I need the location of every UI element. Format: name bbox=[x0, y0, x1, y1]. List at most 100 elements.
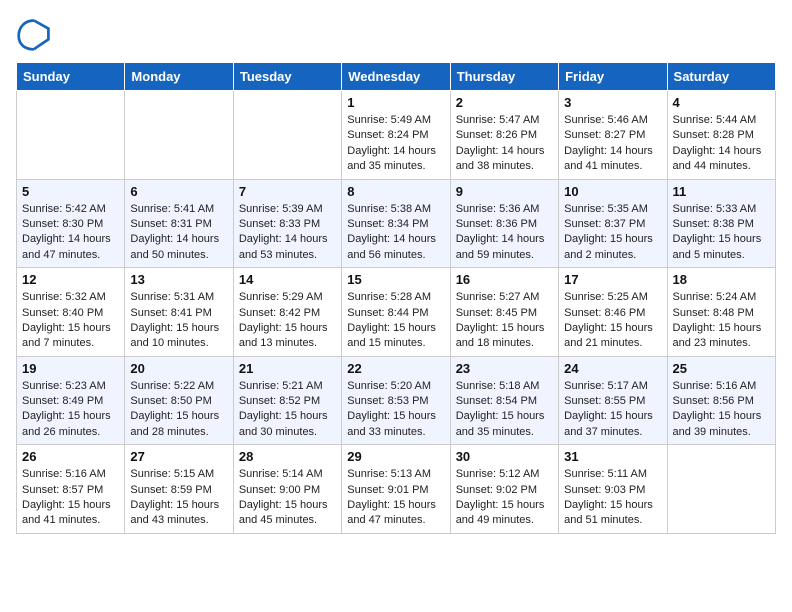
calendar-week-4: 19 Sunrise: 5:23 AM Sunset: 8:49 PM Dayli… bbox=[17, 356, 776, 445]
day-number: 31 bbox=[564, 449, 661, 464]
logo-icon bbox=[16, 16, 52, 52]
day-info: Sunrise: 5:17 AM Sunset: 8:55 PM Dayligh… bbox=[564, 379, 661, 441]
day-number: 18 bbox=[673, 272, 770, 287]
day-number: 27 bbox=[130, 449, 227, 464]
day-number: 10 bbox=[564, 184, 661, 199]
day-info: Sunrise: 5:20 AM Sunset: 8:53 PM Dayligh… bbox=[347, 379, 444, 441]
calendar-cell: 24 Sunrise: 5:17 AM Sunset: 8:55 PM Dayli… bbox=[559, 356, 667, 445]
day-number: 19 bbox=[22, 361, 119, 376]
day-info: Sunrise: 5:31 AM Sunset: 8:41 PM Dayligh… bbox=[130, 290, 227, 352]
day-number: 29 bbox=[347, 449, 444, 464]
day-number: 5 bbox=[22, 184, 119, 199]
calendar-cell: 20 Sunrise: 5:22 AM Sunset: 8:50 PM Dayli… bbox=[125, 356, 233, 445]
calendar-cell: 8Sunrise: 5:38 AM Sunset: 8:34 PM Daylig… bbox=[342, 179, 450, 268]
calendar-cell bbox=[125, 91, 233, 180]
day-info: Sunrise: 5:46 AM Sunset: 8:27 PM Dayligh… bbox=[564, 113, 661, 175]
calendar-cell: 2 Sunrise: 5:47 AM Sunset: 8:26 PM Daylig… bbox=[450, 91, 558, 180]
day-number: 22 bbox=[347, 361, 444, 376]
calendar-cell bbox=[17, 91, 125, 180]
calendar-cell: 26 Sunrise: 5:16 AM Sunset: 8:57 PM Dayli… bbox=[17, 445, 125, 534]
day-number: 15 bbox=[347, 272, 444, 287]
calendar-cell: 19 Sunrise: 5:23 AM Sunset: 8:49 PM Dayli… bbox=[17, 356, 125, 445]
day-number: 1 bbox=[347, 95, 444, 110]
calendar-header-row: SundayMondayTuesdayWednesdayThursdayFrid… bbox=[17, 63, 776, 91]
day-info: Sunrise: 5:22 AM Sunset: 8:50 PM Dayligh… bbox=[130, 379, 227, 441]
day-info: Sunrise: 5:25 AM Sunset: 8:46 PM Dayligh… bbox=[564, 290, 661, 352]
day-info: Sunrise: 5:47 AM Sunset: 8:26 PM Dayligh… bbox=[456, 113, 553, 175]
calendar-cell: 23 Sunrise: 5:18 AM Sunset: 8:54 PM Dayli… bbox=[450, 356, 558, 445]
weekday-header-friday: Friday bbox=[559, 63, 667, 91]
day-number: 30 bbox=[456, 449, 553, 464]
day-number: 6 bbox=[130, 184, 227, 199]
day-info: Sunrise: 5:27 AM Sunset: 8:45 PM Dayligh… bbox=[456, 290, 553, 352]
day-number: 2 bbox=[456, 95, 553, 110]
day-info: Sunrise: 5:11 AM Sunset: 9:03 PM Dayligh… bbox=[564, 467, 661, 529]
weekday-header-monday: Monday bbox=[125, 63, 233, 91]
day-info: Sunrise: 5:23 AM Sunset: 8:49 PM Dayligh… bbox=[22, 379, 119, 441]
calendar-cell: 13 Sunrise: 5:31 AM Sunset: 8:41 PM Dayli… bbox=[125, 268, 233, 357]
day-number: 20 bbox=[130, 361, 227, 376]
calendar-cell: 16 Sunrise: 5:27 AM Sunset: 8:45 PM Dayli… bbox=[450, 268, 558, 357]
day-number: 7 bbox=[239, 184, 336, 199]
day-info: Sunrise: 5:24 AM Sunset: 8:48 PM Dayligh… bbox=[673, 290, 770, 352]
calendar-cell: 31 Sunrise: 5:11 AM Sunset: 9:03 PM Dayli… bbox=[559, 445, 667, 534]
day-info: Sunrise: 5:39 AM Sunset: 8:33 PM Dayligh… bbox=[239, 202, 336, 264]
calendar-week-2: 5 Sunrise: 5:42 AM Sunset: 8:30 PM Daylig… bbox=[17, 179, 776, 268]
calendar-cell: 3 Sunrise: 5:46 AM Sunset: 8:27 PM Daylig… bbox=[559, 91, 667, 180]
calendar-cell: 1 Sunrise: 5:49 AM Sunset: 8:24 PM Daylig… bbox=[342, 91, 450, 180]
day-info: Sunrise: 5:42 AM Sunset: 8:30 PM Dayligh… bbox=[22, 202, 119, 264]
calendar-cell: 10Sunrise: 5:35 AM Sunset: 8:37 PM Dayli… bbox=[559, 179, 667, 268]
calendar-cell: 21 Sunrise: 5:21 AM Sunset: 8:52 PM Dayli… bbox=[233, 356, 341, 445]
day-info: Sunrise: 5:16 AM Sunset: 8:56 PM Dayligh… bbox=[673, 379, 770, 441]
calendar-cell: 7 Sunrise: 5:39 AM Sunset: 8:33 PM Daylig… bbox=[233, 179, 341, 268]
calendar-cell: 15 Sunrise: 5:28 AM Sunset: 8:44 PM Dayli… bbox=[342, 268, 450, 357]
calendar-cell: 22 Sunrise: 5:20 AM Sunset: 8:53 PM Dayli… bbox=[342, 356, 450, 445]
weekday-header-wednesday: Wednesday bbox=[342, 63, 450, 91]
calendar-cell: 11 Sunrise: 5:33 AM Sunset: 8:38 PM Dayli… bbox=[667, 179, 775, 268]
calendar-cell: 9Sunrise: 5:36 AM Sunset: 8:36 PM Daylig… bbox=[450, 179, 558, 268]
day-number: 9 bbox=[456, 184, 553, 199]
day-number: 16 bbox=[456, 272, 553, 287]
page-header bbox=[16, 16, 776, 52]
day-number: 24 bbox=[564, 361, 661, 376]
calendar-cell: 17Sunrise: 5:25 AM Sunset: 8:46 PM Dayli… bbox=[559, 268, 667, 357]
calendar-cell: 25 Sunrise: 5:16 AM Sunset: 8:56 PM Dayli… bbox=[667, 356, 775, 445]
calendar-cell: 14 Sunrise: 5:29 AM Sunset: 8:42 PM Dayli… bbox=[233, 268, 341, 357]
day-number: 23 bbox=[456, 361, 553, 376]
day-info: Sunrise: 5:18 AM Sunset: 8:54 PM Dayligh… bbox=[456, 379, 553, 441]
day-info: Sunrise: 5:14 AM Sunset: 9:00 PM Dayligh… bbox=[239, 467, 336, 529]
day-info: Sunrise: 5:21 AM Sunset: 8:52 PM Dayligh… bbox=[239, 379, 336, 441]
weekday-header-thursday: Thursday bbox=[450, 63, 558, 91]
calendar-cell: 30Sunrise: 5:12 AM Sunset: 9:02 PM Dayli… bbox=[450, 445, 558, 534]
day-info: Sunrise: 5:29 AM Sunset: 8:42 PM Dayligh… bbox=[239, 290, 336, 352]
day-info: Sunrise: 5:15 AM Sunset: 8:59 PM Dayligh… bbox=[130, 467, 227, 529]
day-number: 13 bbox=[130, 272, 227, 287]
calendar-cell: 4Sunrise: 5:44 AM Sunset: 8:28 PM Daylig… bbox=[667, 91, 775, 180]
calendar-cell: 27 Sunrise: 5:15 AM Sunset: 8:59 PM Dayli… bbox=[125, 445, 233, 534]
day-number: 11 bbox=[673, 184, 770, 199]
calendar-cell bbox=[233, 91, 341, 180]
day-number: 25 bbox=[673, 361, 770, 376]
calendar-cell: 18 Sunrise: 5:24 AM Sunset: 8:48 PM Dayli… bbox=[667, 268, 775, 357]
day-info: Sunrise: 5:16 AM Sunset: 8:57 PM Dayligh… bbox=[22, 467, 119, 529]
day-info: Sunrise: 5:32 AM Sunset: 8:40 PM Dayligh… bbox=[22, 290, 119, 352]
day-number: 26 bbox=[22, 449, 119, 464]
calendar-table: SundayMondayTuesdayWednesdayThursdayFrid… bbox=[16, 62, 776, 534]
weekday-header-tuesday: Tuesday bbox=[233, 63, 341, 91]
calendar-cell: 5 Sunrise: 5:42 AM Sunset: 8:30 PM Daylig… bbox=[17, 179, 125, 268]
day-info: Sunrise: 5:49 AM Sunset: 8:24 PM Dayligh… bbox=[347, 113, 444, 175]
day-number: 8 bbox=[347, 184, 444, 199]
day-number: 3 bbox=[564, 95, 661, 110]
day-info: Sunrise: 5:28 AM Sunset: 8:44 PM Dayligh… bbox=[347, 290, 444, 352]
day-number: 12 bbox=[22, 272, 119, 287]
calendar-week-3: 12 Sunrise: 5:32 AM Sunset: 8:40 PM Dayli… bbox=[17, 268, 776, 357]
day-number: 14 bbox=[239, 272, 336, 287]
day-number: 28 bbox=[239, 449, 336, 464]
weekday-header-sunday: Sunday bbox=[17, 63, 125, 91]
day-info: Sunrise: 5:33 AM Sunset: 8:38 PM Dayligh… bbox=[673, 202, 770, 264]
day-info: Sunrise: 5:13 AM Sunset: 9:01 PM Dayligh… bbox=[347, 467, 444, 529]
calendar-week-1: 1 Sunrise: 5:49 AM Sunset: 8:24 PM Daylig… bbox=[17, 91, 776, 180]
logo bbox=[16, 16, 56, 52]
weekday-header-saturday: Saturday bbox=[667, 63, 775, 91]
day-number: 21 bbox=[239, 361, 336, 376]
